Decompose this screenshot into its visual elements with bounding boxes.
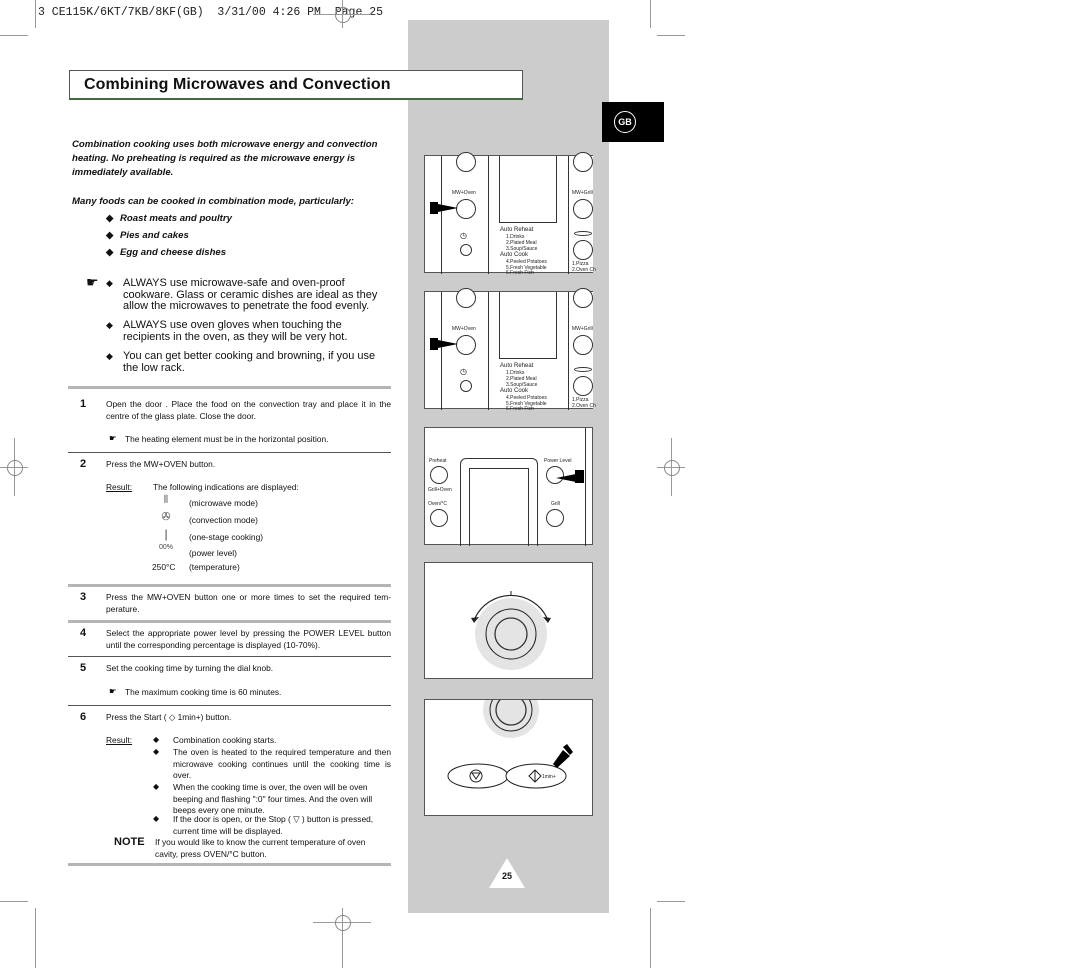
food-item: ◆ Roast meats and poultry [106,213,232,224]
crop-mark [35,0,36,28]
dial-panel-illustration [424,562,593,679]
divider [68,656,391,657]
step-text: Select the appropriate power level by pr… [106,628,391,650]
step-note: The maximum cooking time is 60 minutes. [125,687,282,697]
divider [68,705,391,706]
bullet-diamond-icon: ◆ [106,247,114,258]
one-stage-icon: | [164,527,168,541]
indication-text: (microwave mode) [189,498,258,508]
display-window [469,468,529,546]
power-level-icon: 00% [158,544,173,551]
note-text: If you would like to know the current te… [155,837,366,859]
tip-item: ◆ ALWAYS use oven gloves when touching th… [106,319,348,343]
start-button[interactable] [506,764,566,788]
crop-mark [0,901,28,902]
pointing-hand-icon: ☛ [86,274,99,290]
step-number: 6 [80,711,87,723]
step-text: Set the cooking time by turning the dial… [106,663,274,673]
mw-grill-button[interactable] [573,199,593,219]
section-title-box: Combining Microwaves and Convection [69,70,523,100]
bullet-diamond-icon: ◆ [153,782,160,791]
step-text: Press the MW+OVEN button. [106,459,216,469]
start-panel-illustration: 1min+ [424,699,593,816]
pointing-hand-icon: ☛ [109,686,117,696]
crop-mark [650,908,651,968]
foods-heading: Many foods can be cooked in combination … [72,196,354,207]
temperature-value: 250°C [152,562,176,572]
result-item: When the cooking time is over, the oven … [173,782,373,815]
preheat-button[interactable] [430,466,448,484]
mw-oven-button[interactable] [456,199,476,219]
food-item: ◆ Egg and cheese dishes [106,247,227,258]
registration-mark [335,7,351,23]
indication-text: (one-stage cooking) [189,532,264,542]
crop-mark [657,35,685,36]
step-note: The heating element must be in the horiz… [125,434,329,444]
crop-mark [35,908,36,968]
intro-paragraph: Combination cooking uses both microwave … [72,139,378,178]
print-header: 3 CE115K/6KT/7KB/8KF(GB) 3/31/00 4:26 PM… [38,6,384,19]
step-number: 1 [80,398,87,410]
bullet-diamond-icon: ◆ [106,213,114,224]
step-text: Open the door . Place the food on the co… [106,399,391,421]
divider [68,584,391,587]
grill-button[interactable] [546,509,564,527]
pointing-hand-icon: ☛ [109,433,117,443]
mw-grill-button[interactable] [573,335,593,355]
result-label: Result: [106,735,133,745]
step-number: 3 [80,591,87,603]
bullet-diamond-icon: ◆ [153,747,160,756]
tip-item: ◆ You can get better cooking and browning… [106,350,376,374]
registration-mark [664,460,680,476]
result-intro: The following indications are displayed: [153,482,299,492]
display-window [499,292,557,359]
language-badge: GB [614,111,636,133]
indication-text: (power level) [189,548,237,558]
result-item: The oven is heated to the required tempe… [173,747,391,780]
mw-oven-button[interactable] [456,335,476,355]
divider [68,386,391,389]
dial-knob[interactable] [425,563,594,680]
bullet-diamond-icon: ◆ [106,351,113,361]
food-item: ◆ Pies and cakes [106,230,189,241]
result-item: If the door is open, or the Stop ( ▽ ) b… [173,814,374,836]
bullet-diamond-icon: ◆ [153,814,160,823]
microwave-mode-icon: ⫼ [163,494,169,504]
language-tab: GB [602,102,664,142]
page-number: 25 [501,871,512,881]
crop-mark [0,35,28,36]
registration-mark [7,460,23,476]
bullet-diamond-icon: ◆ [106,320,113,330]
page-title: Combining Microwaves and Convection [84,76,391,93]
result-item: Combination cooking starts. [173,735,277,745]
oven-temp-button[interactable] [430,509,448,527]
divider [68,863,391,866]
step-text: Press the MW+OVEN button one or more tim… [106,592,391,614]
clock-icon: ◷ [460,231,467,240]
control-panel-illustration-2: MW+Oven ◷ Auto Reheat 1.Drinks 2.Plated … [424,288,596,412]
control-panel-illustration-1: MW+Oven ◷ Auto Reheat 1.Drinks 2.Plated … [424,152,596,276]
divider [68,620,391,623]
crop-mark [650,0,651,28]
clock-icon: ◷ [460,367,467,376]
bullet-diamond-icon: ◆ [106,278,113,288]
result-label: Result: [106,482,133,492]
crop-mark [657,901,685,902]
convection-mode-icon: ✇ [161,511,171,523]
step-number: 2 [80,458,87,470]
step-number: 5 [80,662,87,674]
bullet-diamond-icon: ◆ [106,230,114,241]
step-text: Press the Start ( ◇ 1min+) button. [106,712,232,722]
indication-text: (temperature) [189,562,240,572]
registration-mark [335,915,351,931]
bullet-diamond-icon: ◆ [153,735,160,744]
indication-text: (convection mode) [189,515,258,525]
stop-button[interactable] [448,764,508,788]
step-number: 4 [80,627,87,639]
tip-item: ◆ ALWAYS use microwave-safe and oven-proo… [106,277,378,312]
note-label: NOTE [114,836,145,848]
power-panel-illustration: Preheat Grill+Oven Oven/°C Power Level G… [424,427,593,546]
display-window [499,156,557,223]
divider [68,452,391,453]
